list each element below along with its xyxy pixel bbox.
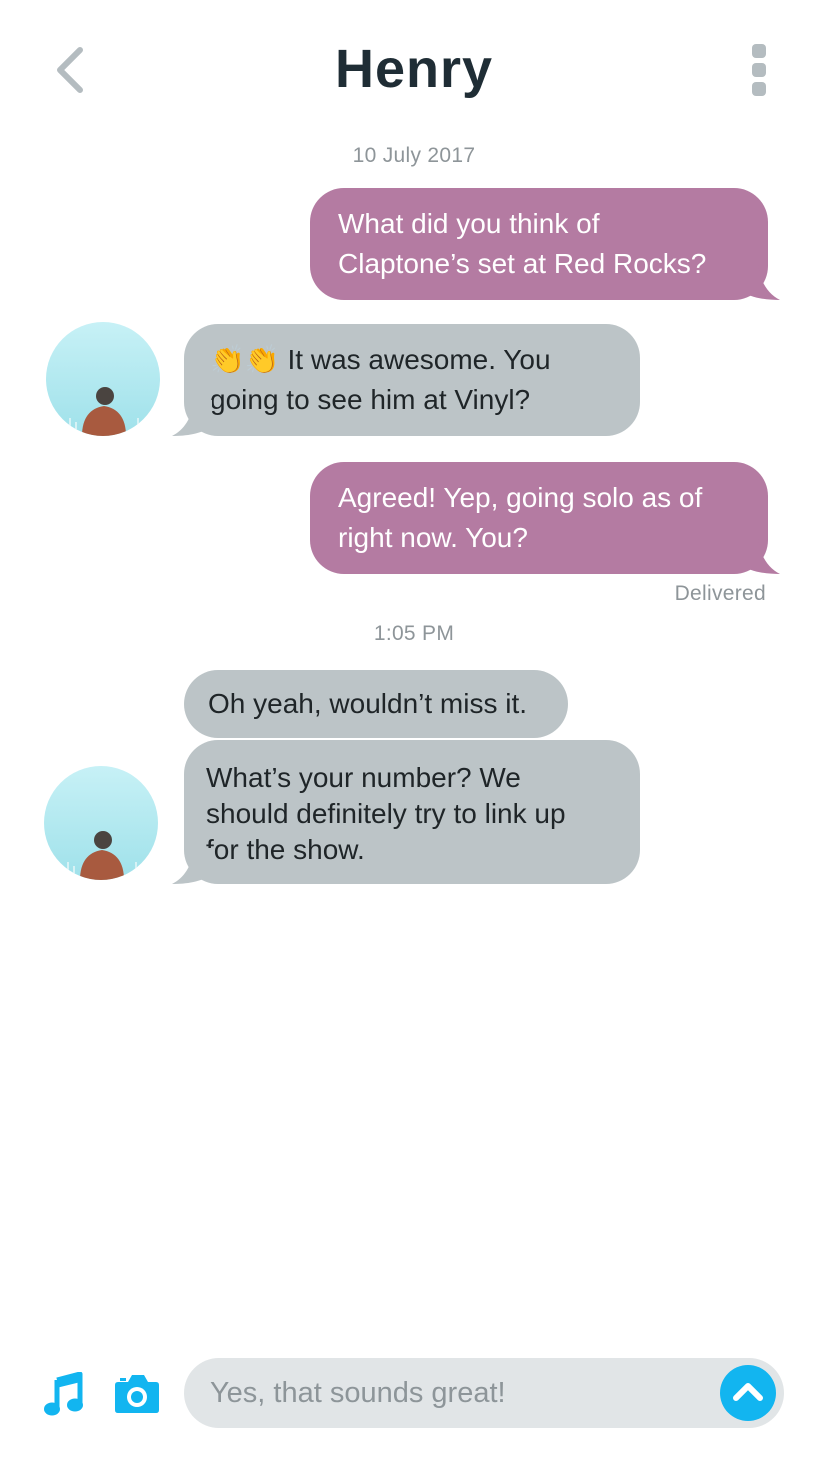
- avatar[interactable]: [44, 766, 158, 880]
- send-arrow-up-icon: [733, 1383, 763, 1401]
- clapping-hands-emoji: 👏👏: [210, 344, 280, 375]
- avatar-image: [44, 766, 158, 880]
- message-line: Agreed! Yep, going solo as of: [338, 482, 703, 513]
- camera-button[interactable]: [114, 1372, 160, 1414]
- message-line: What’s your number? We: [206, 762, 521, 793]
- message-line: should definitely try to link up: [206, 798, 566, 829]
- message-bubble-incoming[interactable]: 👏👏 It was awesome. You going to see him …: [184, 324, 640, 436]
- message-line: going to see him at Vinyl?: [210, 384, 531, 415]
- message-input[interactable]: [210, 1358, 710, 1428]
- message-line: right now. You?: [338, 522, 528, 553]
- avatar-image: [46, 322, 160, 436]
- message-bubble-outgoing[interactable]: What did you think of Claptone’s set at …: [310, 188, 768, 300]
- bubble-tail: [740, 264, 780, 300]
- delivered-status: Delivered: [674, 582, 766, 605]
- date-stamp: 10 July 2017: [352, 144, 476, 167]
- chat-header: Henry: [0, 0, 828, 130]
- avatar[interactable]: [46, 322, 160, 436]
- message-line: Claptone’s set at Red Rocks?: [338, 248, 707, 279]
- time-stamp: 1:05 PM: [373, 622, 455, 645]
- contact-name[interactable]: Henry: [0, 38, 828, 100]
- bubble-tail: [740, 538, 780, 574]
- message-line: Oh yeah, wouldn’t miss it.: [208, 688, 528, 719]
- camera-icon: [115, 1375, 159, 1413]
- message-composer: [184, 1358, 784, 1428]
- message-line: for the show.: [206, 834, 365, 865]
- chat-screen: Henry 10 July 2017 What did you think of…: [0, 0, 828, 1472]
- message-line: It was awesome. You: [279, 344, 551, 375]
- message-bubble-incoming[interactable]: What’s your number? We should definitely…: [184, 740, 640, 884]
- music-button[interactable]: [44, 1371, 84, 1416]
- bubble-tail: [172, 848, 212, 884]
- music-note-icon: [44, 1371, 83, 1416]
- bubble-tail: [172, 400, 212, 436]
- send-button[interactable]: [720, 1365, 776, 1421]
- message-bubble-incoming[interactable]: Oh yeah, wouldn’t miss it.: [184, 670, 568, 738]
- message-line: What did you think of: [338, 208, 600, 239]
- more-options-button[interactable]: [748, 42, 770, 98]
- vertical-ellipsis-icon: [748, 42, 770, 96]
- message-bubble-outgoing[interactable]: Agreed! Yep, going solo as of right now.…: [310, 462, 768, 574]
